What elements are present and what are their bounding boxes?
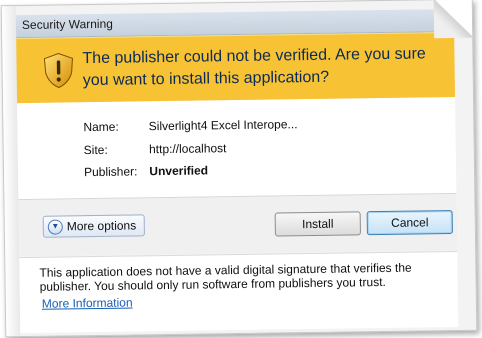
page-curl (433, 0, 475, 39)
site-value: http://localhost (148, 141, 227, 157)
warning-headline: The publisher could not be verified. Are… (82, 45, 426, 90)
publisher-value: Unverified (149, 163, 209, 179)
more-options-button[interactable]: ▼ More options (42, 214, 146, 238)
site-row: Site: http://localhost (84, 141, 227, 157)
publisher-row: Publisher: Unverified (84, 163, 208, 179)
publisher-label: Publisher: (83, 164, 138, 180)
name-row: Name: Silverlight4 Excel Interope... (83, 117, 297, 134)
more-information-link[interactable]: More Information (42, 295, 133, 310)
window-title: Security Warning (21, 16, 113, 33)
dialog-window: Security Warning The publisher could not… (0, 0, 478, 338)
signature-warning-text: This application does not have a valid d… (39, 260, 412, 294)
more-options-label: More options (66, 218, 137, 234)
warning-shield-icon (43, 52, 73, 89)
cancel-button[interactable]: Cancel (366, 210, 453, 236)
name-value: Silverlight4 Excel Interope... (148, 117, 298, 134)
app-details: Name: Silverlight4 Excel Interope... Sit… (17, 96, 457, 200)
footer: This application does not have a valid d… (19, 250, 459, 334)
action-bar: ▼ More options Install Cancel (18, 193, 458, 257)
chevron-down-icon: ▼ (47, 218, 63, 235)
site-label: Site: (83, 142, 108, 158)
install-button[interactable]: Install (274, 211, 361, 237)
warning-banner: The publisher could not be verified. Are… (16, 31, 456, 105)
name-label: Name: (83, 119, 119, 135)
